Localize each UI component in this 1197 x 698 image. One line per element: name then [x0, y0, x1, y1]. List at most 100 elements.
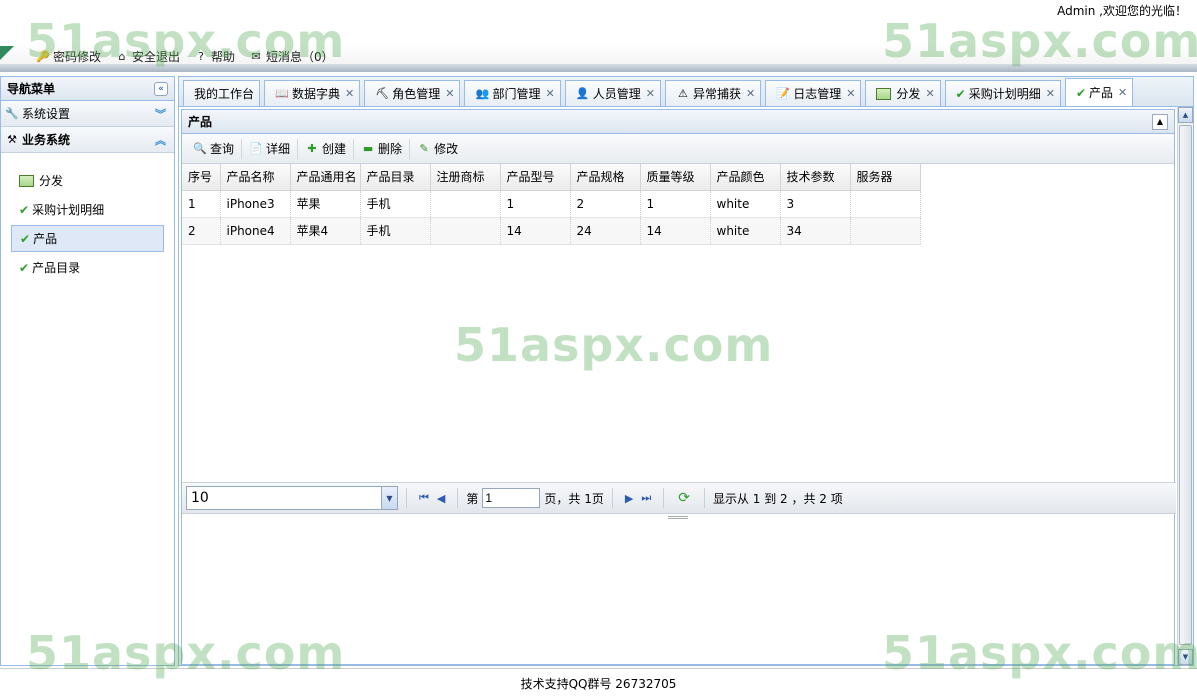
close-icon[interactable]: ✕: [445, 87, 454, 100]
help-link[interactable]: ? 帮助: [194, 48, 235, 65]
search-button[interactable]: 🔍 查询: [186, 138, 243, 159]
table-cell: 手机: [360, 217, 431, 245]
column-header[interactable]: 产品型号: [500, 164, 571, 191]
log-icon: 📝: [776, 86, 791, 100]
table-cell: 3: [780, 190, 851, 218]
check-icon: ✔: [1075, 85, 1087, 100]
first-page-button[interactable]: ⏮: [419, 491, 429, 505]
table-cell: [430, 190, 501, 218]
scroll-up-icon[interactable]: ▲: [1178, 107, 1193, 123]
sidebar-item-distribution[interactable]: 分发: [11, 167, 164, 194]
table-row[interactable]: 1 iPhone3 苹果 手机 1 2 1 white 3: [182, 190, 921, 218]
tab-log-management[interactable]: 📝 日志管理 ✕: [765, 80, 862, 106]
key-icon: 🔑: [36, 49, 50, 63]
sidebar-item-product[interactable]: ✔ 产品: [11, 225, 164, 252]
delete-button[interactable]: ▬ 删除: [354, 138, 411, 159]
table-header-row: 序号 产品名称 产品通用名 产品目录 注册商标 产品型号 产品规格 质量等级 产…: [182, 164, 921, 191]
close-icon[interactable]: ✕: [1046, 87, 1055, 100]
table-cell: 手机: [360, 190, 431, 218]
grid-pager: 10 ▼ ⏮ ◀ 第 页，共 1页 ▶ ⏭ ⟳ 显示从 1 到 2 ，共 2 项: [182, 482, 1176, 514]
nav-sidebar: 导航菜单 « 🔧 系统设置 ︾ ⚒ 业务系统 ︽ 分发 ✔ 采购计划明细 ✔ 产品 ✔ 产…: [0, 76, 175, 666]
table-cell: 苹果: [290, 190, 361, 218]
tab-role-management[interactable]: ⛏ 角色管理 ✕: [364, 80, 461, 106]
sidebar-item-product-catalog[interactable]: ✔ 产品目录: [11, 254, 164, 281]
divider: [703, 488, 705, 508]
chevron-down-icon: ▼: [381, 487, 397, 509]
accordion-business-system[interactable]: ⚒ 业务系统 ︽: [1, 127, 174, 153]
page-prefix-label: 第: [466, 491, 479, 506]
column-header[interactable]: 服务器: [850, 164, 921, 191]
table-row[interactable]: 2 iPhone4 苹果4 手机 14 24 14 white 34: [182, 217, 921, 245]
tab-exception-capture[interactable]: ⚠ 异常捕获 ✕: [664, 80, 762, 106]
prev-page-button[interactable]: ◀: [437, 492, 445, 505]
tab-data-dictionary[interactable]: 📖 数据字典 ✕: [264, 80, 361, 106]
panel-title: 产品: [188, 115, 213, 129]
tab-product[interactable]: ✔ 产品 ✕: [1064, 78, 1134, 106]
column-header[interactable]: 技术参数: [780, 164, 851, 191]
sidebar-item-purchase-plan[interactable]: ✔ 采购计划明细: [11, 196, 164, 223]
tab-department-management[interactable]: 👥 部门管理 ✕: [464, 80, 561, 106]
detail-button[interactable]: 📄 详细: [242, 138, 299, 159]
table-cell: white: [710, 217, 781, 245]
accordion-system-settings[interactable]: 🔧 系统设置 ︾: [1, 101, 174, 127]
close-icon[interactable]: ✕: [1118, 86, 1127, 99]
column-header[interactable]: 产品规格: [570, 164, 641, 191]
column-header[interactable]: 质量等级: [640, 164, 711, 191]
table-cell: 24: [570, 217, 641, 245]
add-icon: ✚: [307, 141, 317, 155]
page-size-select[interactable]: 10 ▼: [186, 486, 398, 510]
expand-chevron-icon: ︾: [155, 107, 166, 121]
table-cell: iPhone3: [220, 190, 291, 218]
close-icon[interactable]: ✕: [345, 87, 354, 100]
scroll-thumb[interactable]: [1179, 125, 1192, 645]
table-cell: 2: [570, 190, 641, 218]
table-cell: 苹果4: [290, 217, 361, 245]
close-icon[interactable]: ✕: [925, 87, 934, 100]
divider: [663, 488, 665, 508]
footer: 技术支持QQ群号 26732705: [0, 668, 1197, 698]
tab-distribution[interactable]: 分发 ✕: [865, 80, 941, 106]
search-icon: 🔍: [193, 141, 207, 155]
column-header[interactable]: 序号: [182, 164, 221, 191]
close-icon[interactable]: ✕: [746, 87, 755, 100]
change-password-link[interactable]: 🔑 密码修改: [36, 48, 101, 65]
footer-text: 技术支持QQ群号 26732705: [520, 677, 677, 691]
collapse-sidebar-button[interactable]: «: [154, 81, 168, 96]
exit-icon: ⌂: [118, 49, 126, 63]
sidebar-title: 导航菜单 «: [1, 77, 174, 101]
tab-workbench[interactable]: 我的工作台: [183, 80, 261, 106]
table-cell: [430, 217, 501, 245]
logout-link[interactable]: ⌂ 安全退出: [115, 48, 181, 65]
vertical-scrollbar[interactable]: ▲ ▼: [1177, 107, 1193, 665]
close-icon[interactable]: ✕: [846, 87, 855, 100]
close-icon[interactable]: ✕: [646, 87, 655, 100]
last-page-button[interactable]: ⏭: [641, 491, 651, 505]
help-icon: ?: [198, 49, 204, 63]
remove-icon: ▬: [362, 141, 374, 155]
refresh-icon[interactable]: ⟳: [678, 490, 690, 506]
page-number-input[interactable]: [482, 488, 541, 508]
edit-button[interactable]: ✎ 修改: [410, 139, 465, 159]
next-page-button[interactable]: ▶: [625, 492, 633, 505]
collapse-chevron-icon: ︽: [155, 133, 166, 147]
create-button[interactable]: ✚ 创建: [298, 138, 355, 159]
table-cell: 1: [640, 190, 711, 218]
resize-handle[interactable]: [668, 516, 688, 519]
column-header[interactable]: 注册商标: [430, 164, 501, 191]
table-cell: 2: [182, 217, 221, 245]
column-header[interactable]: 产品名称: [220, 164, 291, 191]
collapse-panel-button[interactable]: ▲: [1152, 113, 1168, 130]
document-icon: 📄: [249, 141, 263, 155]
column-header[interactable]: 产品通用名: [290, 164, 361, 191]
close-icon[interactable]: ✕: [546, 87, 555, 100]
tab-user-management[interactable]: 👤 人员管理 ✕: [564, 80, 661, 106]
product-table: 序号 产品名称 产品通用名 产品目录 注册商标 产品型号 产品规格 质量等级 产…: [182, 164, 921, 245]
tab-purchase-plan[interactable]: ✔ 采购计划明细 ✕: [944, 80, 1061, 106]
scroll-down-icon[interactable]: ▼: [1178, 649, 1193, 665]
column-header[interactable]: 产品目录: [360, 164, 431, 191]
column-header[interactable]: 产品颜色: [710, 164, 781, 191]
messages-link[interactable]: ✉ 短消息（0）: [249, 48, 333, 65]
table-cell: 14: [640, 217, 711, 245]
panel-header: 产品 ▲: [182, 110, 1174, 134]
header-divider: [0, 64, 1197, 72]
